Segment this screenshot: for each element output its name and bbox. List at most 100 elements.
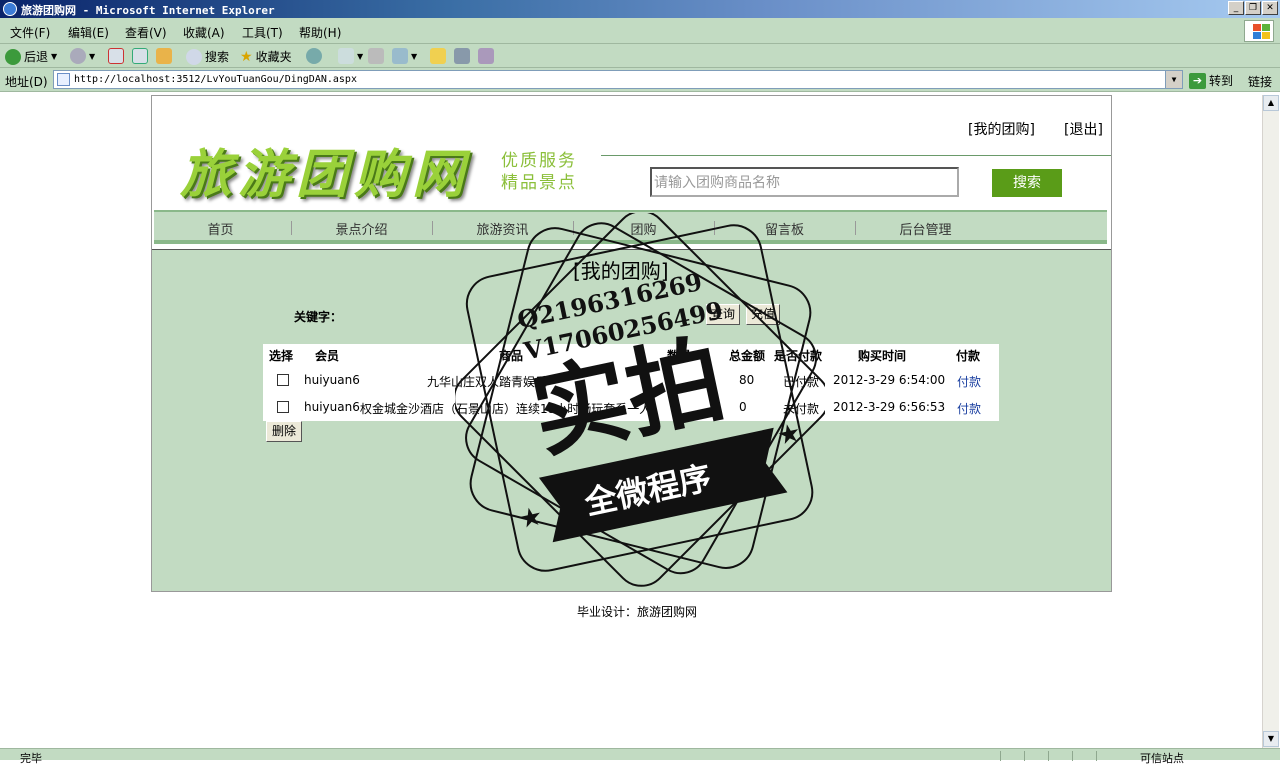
menu-view[interactable]: 查看(V) [125, 24, 167, 41]
site-header: 旅游团购网 优质服务 精品景点 [我的团购] [退出] 请输入团购商品名称 搜索 [152, 96, 1111, 208]
home-button[interactable] [156, 48, 172, 64]
ie-icon [3, 2, 17, 16]
page-icon [57, 73, 70, 86]
orders-table: 选择 会员 商品 数量 总金额 是否付款 购买时间 付款 huiyuan6 九华… [263, 344, 999, 421]
magnifier-icon [186, 48, 202, 65]
minimize-button[interactable]: _ [1228, 1, 1244, 15]
row1-product: 九华山庄双人踏青娱乐 [427, 375, 548, 389]
query-button[interactable]: 查询 [706, 304, 740, 325]
back-button[interactable]: 后退 ▼ [5, 48, 57, 65]
nav-guestbook[interactable]: 留言板 [714, 219, 855, 238]
logout-link[interactable]: [退出] [1064, 119, 1103, 139]
row2-pay-link[interactable]: 付款 [957, 400, 981, 417]
search-input[interactable]: 请输入团购商品名称 [650, 167, 959, 197]
col-product: 商品 [499, 349, 524, 363]
slogan-line2: 精品景点 [501, 173, 577, 193]
site-footer: 毕业设计：旅游团购网 [577, 605, 698, 619]
col-paid: 是否付款 [774, 349, 823, 363]
row1-total: 80 [739, 373, 755, 387]
my-group-link[interactable]: [我的团购] [968, 119, 1035, 139]
edit-button[interactable]: ▼ [392, 48, 417, 64]
row2-total: 0 [739, 400, 747, 414]
row2-product: 权金城金沙酒店（石景山店）连续18小时畅玩套系一人 [360, 402, 652, 416]
col-pay: 付款 [956, 349, 981, 363]
row1-pay-link[interactable]: 付款 [957, 373, 981, 390]
main-nav: 首页 景点介绍 旅游资讯 团购 留言板 后台管理 [154, 210, 1107, 244]
row1-time: 2012-3-29 6:54:00 [833, 373, 946, 387]
research-icon [454, 48, 470, 64]
menu-edit[interactable]: 编辑(E) [68, 24, 109, 41]
menu-tools[interactable]: 工具(T) [242, 24, 283, 41]
nav-news[interactable]: 旅游资讯 [432, 219, 573, 238]
menu-bar: 文件(F) 编辑(E) 查看(V) 收藏(A) 工具(T) 帮助(H) [0, 18, 1280, 44]
print-button[interactable] [368, 48, 384, 64]
close-button[interactable]: ✕ [1262, 1, 1278, 15]
status-text: 完毕 [20, 752, 42, 765]
vertical-scrollbar[interactable]: ▲ ▼ [1262, 95, 1279, 748]
window-titlebar: 旅游团购网 - Microsoft Internet Explorer _ ❐ … [0, 0, 1280, 18]
home-icon [156, 48, 172, 64]
mail-button[interactable]: ▼ [338, 48, 363, 64]
printer-icon [368, 48, 384, 64]
recharge-button[interactable]: 充值 [746, 304, 780, 325]
row1-checkbox[interactable] [277, 374, 289, 386]
col-member: 会员 [315, 349, 340, 363]
mail-icon [338, 48, 354, 64]
note-icon [430, 48, 446, 64]
messenger-icon [478, 48, 494, 64]
edit-page-icon [392, 48, 408, 64]
delete-button[interactable]: 删除 [266, 421, 302, 442]
scroll-up-icon[interactable]: ▲ [1263, 95, 1279, 111]
stop-button[interactable] [108, 48, 124, 64]
refresh-button[interactable] [132, 48, 148, 64]
page-title: [我的团购] [573, 259, 669, 283]
url-dropdown-icon[interactable]: ▼ [1165, 71, 1182, 88]
security-zone: 可信站点 [1140, 752, 1184, 765]
favorites-button[interactable]: ★ 收藏夹 [240, 48, 292, 65]
site-logo[interactable]: 旅游团购网 [180, 132, 470, 207]
messenger-button[interactable] [478, 48, 494, 64]
menu-file[interactable]: 文件(F) [10, 24, 50, 41]
scroll-down-icon[interactable]: ▼ [1263, 731, 1279, 747]
col-time: 购买时间 [858, 349, 907, 363]
menu-favorites[interactable]: 收藏(A) [183, 24, 225, 41]
nav-home[interactable]: 首页 [150, 219, 291, 238]
windows-logo-icon [1244, 20, 1274, 42]
nav-admin[interactable]: 后台管理 [855, 219, 996, 238]
row1-member: huiyuan6 [304, 373, 360, 387]
row2-checkbox[interactable] [277, 401, 289, 413]
site-slogan: 优质服务 精品景点 [501, 150, 577, 194]
go-button[interactable]: ➔ 转到 [1189, 72, 1233, 89]
forward-button[interactable]: ▼ [70, 48, 95, 64]
web-page: 旅游团购网 优质服务 精品景点 [我的团购] [退出] 请输入团购商品名称 搜索… [151, 95, 1112, 592]
main-content: [我的团购] 关键字： 查询 充值 选择 会员 商品 数量 总金额 是否付款 购… [152, 249, 1111, 591]
col-select: 选择 [269, 349, 294, 363]
nav-group-buy[interactable]: 团购 [573, 219, 714, 238]
menu-help[interactable]: 帮助(H) [299, 24, 341, 41]
row1-paid: 已付款 [783, 375, 820, 389]
keyword-label: 关键字： [294, 310, 343, 324]
media-icon [306, 48, 322, 64]
media-button[interactable] [306, 48, 322, 64]
refresh-icon [132, 48, 148, 64]
url-input[interactable]: http://localhost:3512/LvYouTuanGou/DingD… [53, 70, 1183, 89]
go-arrow-icon: ➔ [1189, 72, 1206, 89]
restore-button[interactable]: ❐ [1245, 1, 1261, 15]
header-divider [601, 155, 1111, 156]
links-button[interactable]: 链接 [1248, 73, 1272, 90]
search-toolbar-button[interactable]: 搜索 [186, 48, 229, 65]
row2-member: huiyuan6 [304, 400, 360, 414]
address-label: 地址(D) [5, 75, 48, 89]
stop-icon [108, 48, 124, 64]
search-button[interactable]: 搜索 [992, 169, 1062, 197]
discuss-button[interactable] [430, 48, 446, 64]
col-total: 总金额 [729, 349, 766, 363]
forward-arrow-icon [70, 48, 86, 64]
slogan-line1: 优质服务 [501, 151, 577, 171]
row2-paid: 未付款 [783, 402, 820, 416]
address-bar: 地址(D) http://localhost:3512/LvYouTuanGou… [0, 68, 1280, 92]
research-button[interactable] [454, 48, 470, 64]
row2-time: 2012-3-29 6:56:53 [833, 400, 946, 414]
nav-attractions[interactable]: 景点介绍 [291, 219, 432, 238]
window-title: 旅游团购网 - Microsoft Internet Explorer [21, 4, 275, 17]
